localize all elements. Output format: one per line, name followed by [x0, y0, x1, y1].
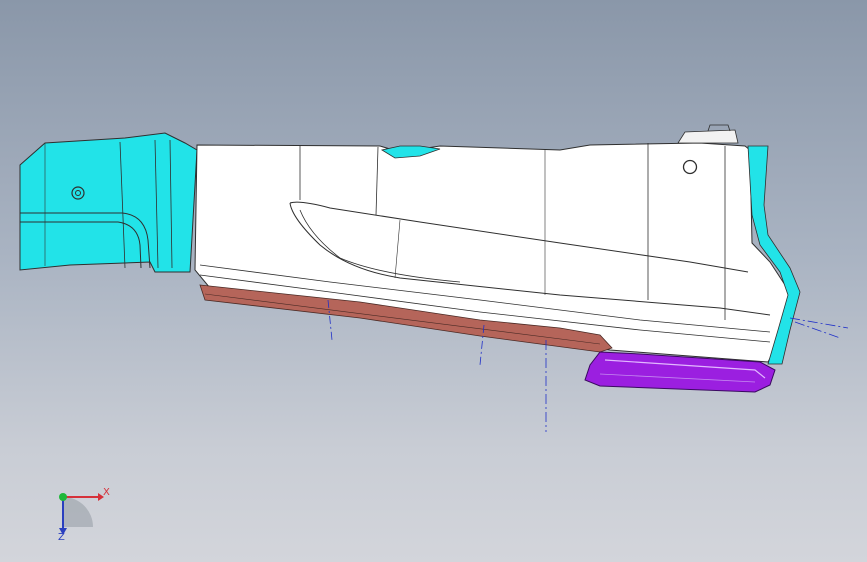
coordinate-triad-icon[interactable]	[59, 493, 104, 535]
top-clip-bracket[interactable]	[677, 124, 739, 144]
cad-model-canvas[interactable]	[0, 0, 867, 562]
cad-3d-viewport[interactable]: X Z	[0, 0, 867, 562]
axis-z-label: Z	[58, 532, 65, 543]
axis-x-label: X	[103, 487, 110, 498]
cyan-bracket-part[interactable]	[19, 132, 198, 273]
